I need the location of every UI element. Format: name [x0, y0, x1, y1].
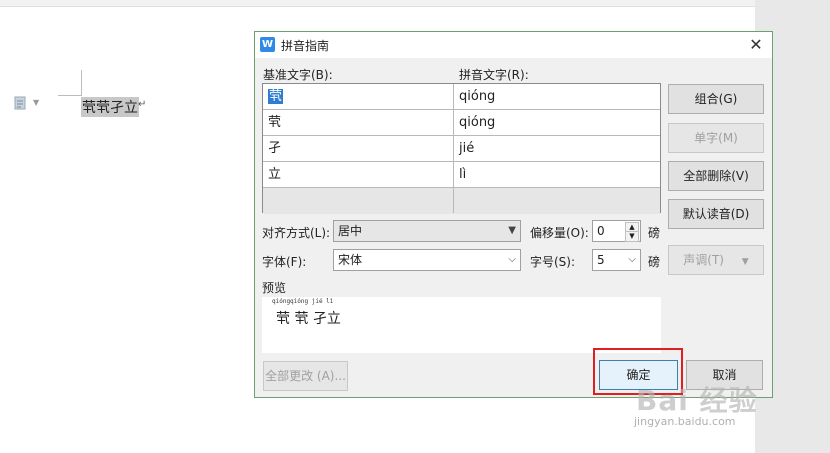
clear-all-button[interactable]: 全部删除(V) — [668, 161, 764, 191]
base-cell[interactable]: 孑 — [263, 136, 454, 161]
default-reading-button[interactable]: 默认读音(D) — [668, 199, 764, 229]
pinyin-grid: 茕 qióng 茕 qióng 孑 jié 立 lì — [262, 83, 661, 214]
grid-row: 茕 qióng — [263, 110, 660, 136]
change-all-button[interactable]: 全部更改 (A)... — [263, 361, 348, 391]
margin-marker-vertical — [81, 70, 82, 96]
paragraph-dropdown-icon[interactable]: ▼ — [33, 98, 39, 107]
preview-text: 茕 茕 孑立 — [276, 311, 341, 327]
pinyin-cell-empty[interactable] — [454, 188, 660, 213]
preview-label: 预览 — [262, 281, 287, 295]
base-cell[interactable]: 茕 — [263, 110, 454, 135]
grid-row: 孑 jié — [263, 136, 660, 162]
pinyin-cell[interactable]: qióng — [454, 84, 660, 109]
size-unit: 磅 — [648, 255, 661, 269]
grid-row: 立 lì — [263, 162, 660, 188]
font-label: 字体(F): — [262, 255, 307, 269]
base-cell[interactable]: 立 — [263, 162, 454, 187]
paragraph-icon[interactable] — [14, 96, 26, 110]
wps-app-icon: W — [260, 37, 275, 52]
align-label: 对齐方式(L): — [262, 226, 331, 240]
pinyin-guide-dialog: W 拼音指南 ✕ 基准文字(B): 拼音文字(R): 茕 qióng 茕 qió… — [254, 31, 773, 398]
document-top-edge — [0, 0, 755, 7]
selected-document-text[interactable]: 茕茕孑立 — [81, 97, 139, 117]
base-text-label: 基准文字(B): — [263, 68, 333, 82]
selected-base-text[interactable]: 茕 — [268, 89, 284, 104]
pinyin-cell[interactable]: qióng — [454, 110, 660, 135]
preview-pinyin: qióngqióng jié lì — [272, 298, 334, 305]
align-value: 居中 — [338, 224, 363, 238]
baidu-watermark-url: jingyan.baidu.com — [634, 415, 736, 428]
chevron-down-icon: ▼ — [508, 225, 516, 236]
grid-row: 茕 qióng — [263, 84, 660, 110]
tone-button[interactable]: 声调(T) ▼ — [668, 245, 764, 275]
offset-value: 0 — [597, 224, 605, 238]
chevron-down-icon: ▼ — [741, 257, 749, 267]
pinyin-text-label: 拼音文字(R): — [459, 68, 529, 82]
font-value: 宋体 — [338, 253, 363, 267]
align-select[interactable]: 居中 ▼ — [333, 220, 521, 242]
pinyin-cell[interactable]: jié — [454, 136, 660, 161]
chevron-down-icon: ⌵ — [628, 254, 636, 265]
dialog-title: 拼音指南 — [281, 39, 330, 53]
offset-label: 偏移量(O): — [530, 226, 589, 240]
spin-down-icon[interactable]: ▼ — [625, 231, 639, 242]
group-button[interactable]: 组合(G) — [668, 84, 764, 114]
margin-marker-horizontal — [58, 95, 82, 96]
offset-stepper[interactable]: 0 ▲ ▼ — [592, 220, 641, 242]
size-label: 字号(S): — [530, 255, 576, 269]
baidu-watermark-logo: Bai 经验 — [636, 384, 758, 417]
close-button[interactable]: ✕ — [745, 35, 767, 55]
paragraph-return-mark: ↵ — [138, 99, 147, 110]
font-select[interactable]: 宋体 ⌵ — [333, 249, 521, 271]
size-value: 5 — [597, 253, 605, 267]
single-char-button[interactable]: 单字(M) — [668, 123, 764, 153]
offset-unit: 磅 — [648, 226, 661, 240]
size-select[interactable]: 5 ⌵ — [592, 249, 641, 271]
preview-box: qióngqióng jié lì 茕 茕 孑立 — [262, 297, 661, 353]
grid-row-empty — [263, 188, 660, 214]
dialog-titlebar[interactable]: W 拼音指南 ✕ — [255, 32, 772, 58]
tone-button-label: 声调(T) — [683, 253, 724, 267]
pinyin-cell[interactable]: lì — [454, 162, 660, 187]
base-cell-empty[interactable] — [263, 188, 454, 213]
base-cell[interactable]: 茕 — [263, 84, 454, 109]
chevron-down-icon: ⌵ — [508, 254, 516, 265]
